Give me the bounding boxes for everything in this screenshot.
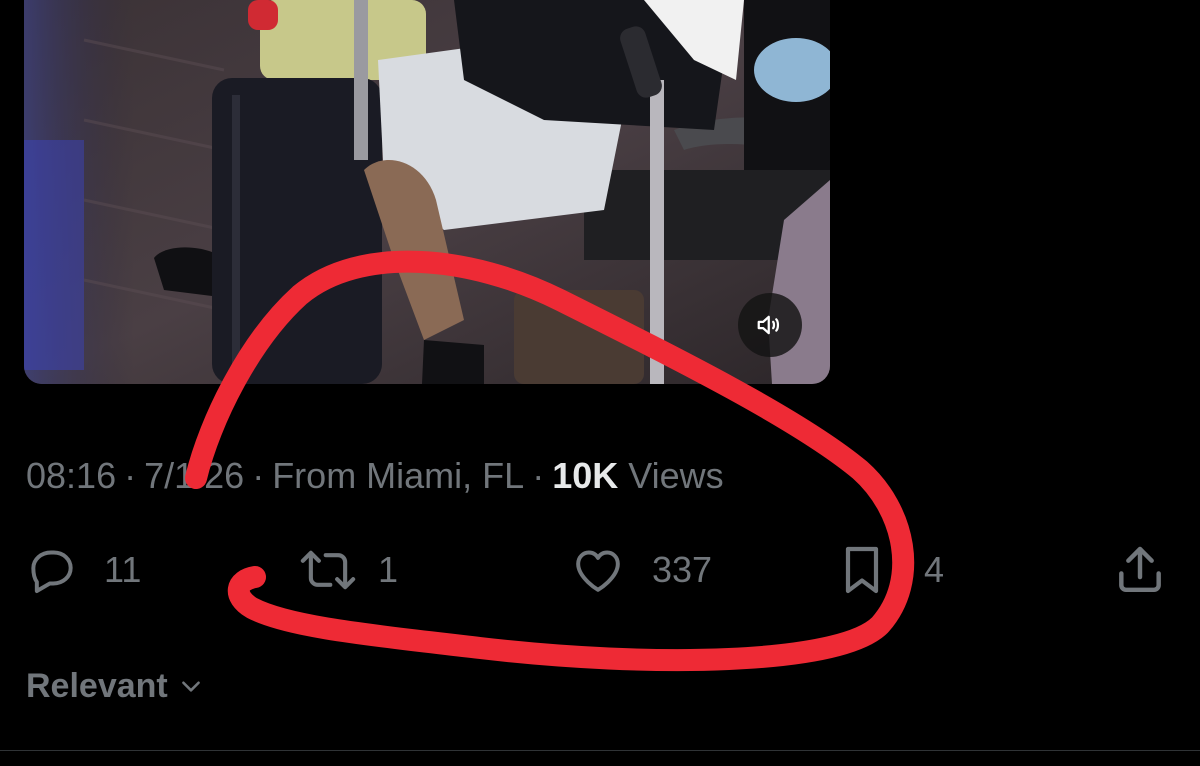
- replies-sort-dropdown[interactable]: Relevant: [26, 664, 204, 708]
- tweet-location: From Miami, FL: [272, 455, 525, 496]
- section-divider: [0, 750, 1200, 751]
- share-icon: [1119, 546, 1161, 593]
- like-button[interactable]: 337: [568, 538, 712, 602]
- like-count: 337: [652, 549, 713, 590]
- reply-icon: [31, 550, 73, 593]
- mute-toggle-button[interactable]: [738, 293, 802, 357]
- replies-sort-label: Relevant: [26, 666, 168, 705]
- tweet-time[interactable]: 08:16: [26, 455, 116, 497]
- tweet-date[interactable]: 7/​1/26: [144, 455, 244, 497]
- reply-count: 11: [104, 549, 142, 590]
- views-count[interactable]: 10K: [552, 455, 618, 497]
- reply-button[interactable]: 11: [24, 538, 141, 602]
- views-label[interactable]: Views: [628, 455, 723, 497]
- repost-count: 1: [378, 549, 399, 590]
- meta-separator: ·: [252, 455, 265, 496]
- meta-separator: ·: [124, 455, 137, 496]
- meta-separator: ·: [532, 455, 545, 496]
- tweet-action-bar: 11 1 337 4: [0, 538, 1200, 602]
- repost-button[interactable]: 1: [296, 538, 398, 602]
- bookmark-icon: [845, 546, 879, 594]
- bookmark-count: 4: [924, 549, 945, 590]
- repost-icon: [300, 550, 356, 590]
- speaker-volume-icon: [757, 315, 780, 335]
- chevron-down-icon: [181, 681, 200, 692]
- tweet-meta-line: 08:16 · 7/​1/26 · From Miami, FL · 10K V…: [26, 452, 724, 500]
- share-button[interactable]: [1112, 538, 1168, 602]
- tweet-video[interactable]: [24, 0, 830, 384]
- heart-icon: [576, 550, 620, 592]
- bookmark-button[interactable]: 4: [840, 538, 944, 602]
- video-frame: [24, 0, 830, 384]
